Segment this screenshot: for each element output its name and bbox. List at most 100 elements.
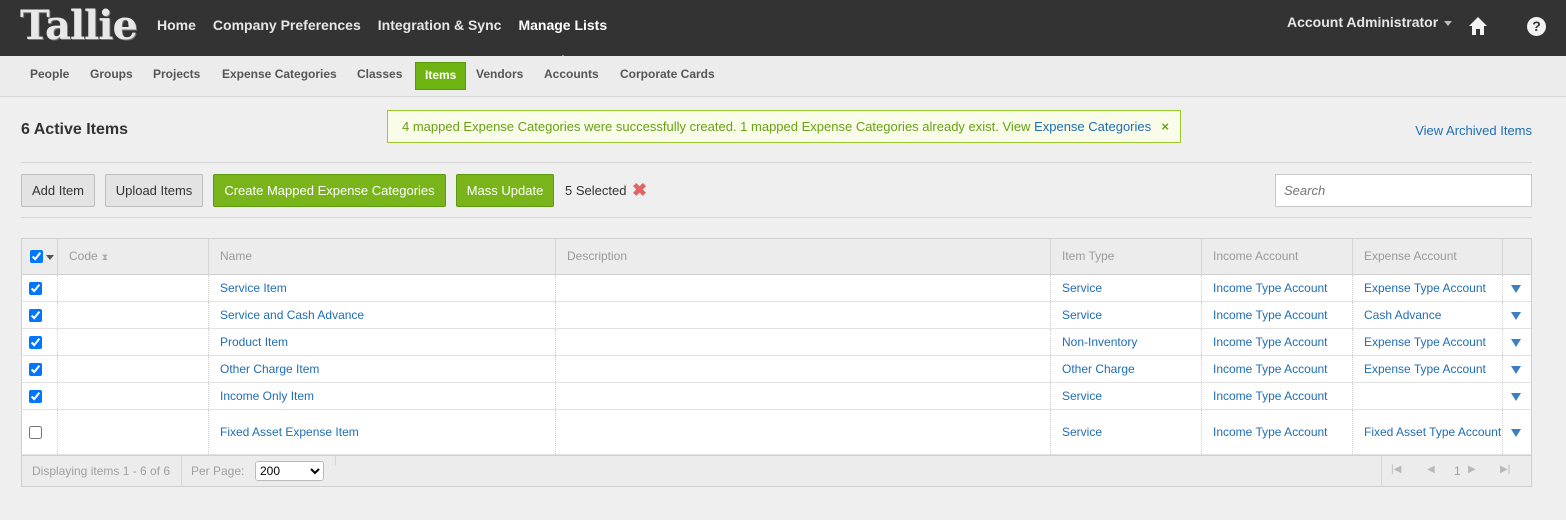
per-page-select[interactable]: 200 [255,461,324,481]
column-header-description[interactable]: Description [556,239,1051,274]
row-checkbox[interactable] [29,425,42,439]
select-all-cell [22,239,58,274]
upload-items-button[interactable]: Upload Items [105,174,203,207]
subnav-groups[interactable]: Groups [81,62,142,90]
chevron-down-icon[interactable] [46,255,54,260]
cell-code [58,410,209,454]
column-header-expense-account[interactable]: Expense Account [1353,239,1503,274]
cell-expense-account[interactable]: Expense Type Account [1353,356,1503,382]
subnav-accounts[interactable]: Accounts [535,62,608,90]
cell-name[interactable]: Service and Cash Advance [209,302,556,328]
first-page-icon[interactable]: |◀ [1391,464,1401,475]
row-select-cell [22,275,58,301]
create-mapped-expense-categories-button[interactable]: Create Mapped Expense Categories [213,174,446,207]
table-row[interactable]: Fixed Asset Expense Item Service Income Ty… [22,410,1531,455]
table-row[interactable]: Service and Cash Advance Service Income Ty… [22,302,1531,329]
nav-integration-sync[interactable]: Integration & Sync [378,0,502,56]
row-checkbox[interactable] [29,389,42,403]
divider [335,456,336,466]
cell-expense-account[interactable] [1353,383,1503,409]
cell-income-account[interactable]: Income Type Account [1202,275,1353,301]
divider [181,456,182,487]
display-count: Displaying items 1 - 6 of 6 [32,464,171,478]
success-notice: 4 mapped Expense Categories were success… [387,110,1181,143]
cell-item-type[interactable]: Service [1051,410,1202,454]
cell-name[interactable]: Other Charge Item [209,356,556,382]
cell-income-account[interactable]: Income Type Account [1202,329,1353,355]
sort-icon: ⧗ [101,252,109,262]
cell-income-account[interactable]: Income Type Account [1202,302,1353,328]
last-page-icon[interactable]: ▶| [1500,464,1510,475]
account-name: Account Administrator [1287,14,1439,30]
cell-name[interactable]: Income Only Item [209,383,556,409]
subnav-items[interactable]: Items [415,62,467,90]
table-row[interactable]: Other Charge Item Other Charge Income Type… [22,356,1531,383]
row-checkbox[interactable] [29,335,42,349]
grid-header: Code ⧗ Name Description Item Type Income … [22,239,1531,275]
cell-item-type[interactable]: Service [1051,302,1202,328]
cell-code [58,383,209,409]
cell-item-type[interactable]: Service [1051,383,1202,409]
column-header-name[interactable]: Name [209,239,556,274]
cell-expense-account[interactable]: Expense Type Account [1353,329,1503,355]
cell-item-type[interactable]: Other Charge [1051,356,1202,382]
cell-expense-account[interactable]: Cash Advance [1353,302,1503,328]
row-checkbox[interactable] [29,308,42,322]
prev-page-icon[interactable]: ◀ [1427,464,1435,475]
cell-expense-account[interactable]: Expense Type Account [1353,275,1503,301]
row-menu-chevron-icon[interactable] [1511,366,1521,374]
subnav-people[interactable]: People [21,62,78,90]
clear-selection-icon[interactable]: ✖ [632,181,647,199]
next-page-icon[interactable]: ▶ [1468,464,1476,475]
nav-home[interactable]: Home [157,0,196,56]
row-menu-chevron-icon[interactable] [1511,339,1521,347]
cell-code [58,275,209,301]
subnav-expense-categories[interactable]: Expense Categories [213,62,346,90]
table-row[interactable]: Product Item Non-Inventory Income Type Acc… [22,329,1531,356]
cell-income-account[interactable]: Income Type Account [1202,410,1353,454]
row-menu-chevron-icon[interactable] [1511,312,1521,320]
row-menu-chevron-icon[interactable] [1511,429,1521,437]
home-icon[interactable] [1468,16,1488,36]
cell-name[interactable]: Service Item [209,275,556,301]
table-row[interactable]: Service Item Service Income Type Account Ex… [22,275,1531,302]
row-select-cell [22,356,58,382]
cell-code [58,356,209,382]
help-icon[interactable]: ? [1527,17,1546,36]
page-title: 6 Active Items [21,121,129,138]
cell-income-account[interactable]: Income Type Account [1202,356,1353,382]
subnav-classes[interactable]: Classes [348,62,411,90]
cell-name[interactable]: Product Item [209,329,556,355]
nav-manage-lists[interactable]: Manage Lists [518,0,607,62]
cell-name[interactable]: Fixed Asset Expense Item [209,410,556,454]
expense-categories-link[interactable]: Expense Categories [1034,119,1151,134]
view-archived-items-link[interactable]: View Archived Items [1415,123,1532,138]
add-item-button[interactable]: Add Item [21,174,95,207]
close-icon[interactable]: × [1161,111,1169,142]
row-menu-chevron-icon[interactable] [1511,393,1521,401]
select-all-checkbox[interactable] [30,250,43,263]
cell-item-type[interactable]: Service [1051,275,1202,301]
row-checkbox[interactable] [29,362,42,376]
cell-item-type[interactable]: Non-Inventory [1051,329,1202,355]
subnav-projects[interactable]: Projects [144,62,209,90]
mass-update-button[interactable]: Mass Update [456,174,554,207]
subnav-corporate-cards[interactable]: Corporate Cards [611,62,724,90]
search-input[interactable] [1275,174,1532,207]
items-grid: Code ⧗ Name Description Item Type Income … [21,238,1532,487]
tallie-logo[interactable]: Tallie [20,4,138,48]
row-menu-chevron-icon[interactable] [1511,285,1521,293]
row-checkbox[interactable] [29,281,42,295]
table-row[interactable]: Income Only Item Service Income Type Accou… [22,383,1531,410]
cell-income-account[interactable]: Income Type Account [1202,383,1353,409]
column-header-income-account[interactable]: Income Account [1202,239,1353,274]
main-nav: Home Company Preferences Integration & S… [157,0,624,62]
subnav-vendors[interactable]: Vendors [467,62,532,90]
column-header-code[interactable]: Code ⧗ [58,239,209,274]
cell-description [556,383,1051,409]
account-menu[interactable]: Account Administrator [1287,14,1453,30]
selected-count: 5 Selected [565,183,627,198]
cell-expense-account[interactable]: Fixed Asset Type Account [1353,410,1503,454]
nav-company-preferences[interactable]: Company Preferences [213,0,361,56]
column-header-item-type[interactable]: Item Type [1051,239,1202,274]
